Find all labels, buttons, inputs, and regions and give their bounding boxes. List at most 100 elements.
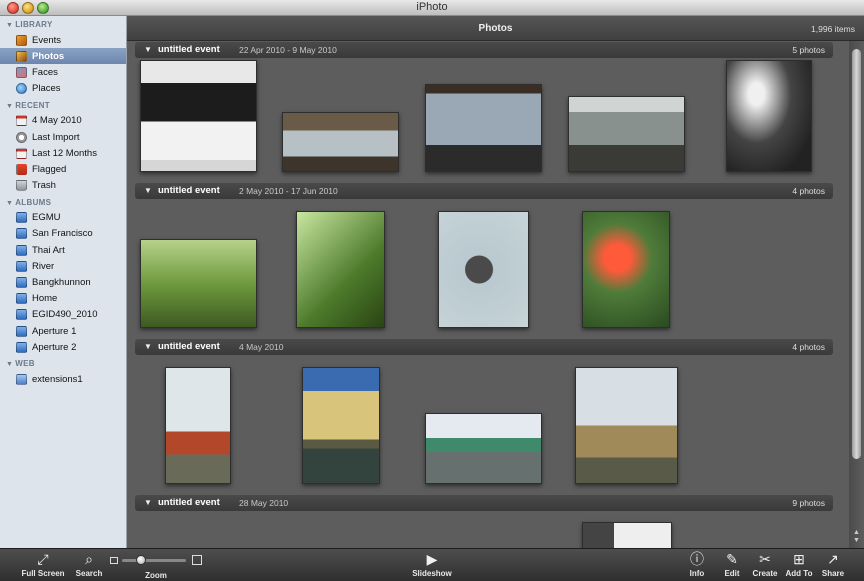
share-button[interactable]: ↗ Share: [818, 551, 848, 578]
sidebar-item-label: Bangkhunnon: [32, 277, 91, 289]
source-list-sidebar: ▼ LIBRARY Events Photos Faces Places ▼ REC…: [0, 16, 127, 548]
photo-browser[interactable]: ▼ untitled event 22 Apr 2010 - 9 May 201…: [127, 41, 849, 548]
photo-thumbnail[interactable]: [425, 84, 542, 172]
event-photo-count: 4 photos: [792, 186, 825, 196]
photo-thumbnail[interactable]: [140, 60, 257, 172]
disclosure-triangle-icon[interactable]: ▼: [144, 186, 152, 195]
sidebar-item-label: San Francisco: [32, 228, 93, 240]
disclosure-triangle-icon: ▼: [6, 361, 14, 369]
sidebar-item-label: Events: [32, 34, 62, 46]
scroll-down-arrow-icon[interactable]: ▼: [853, 537, 860, 544]
sidebar-item-san-francisco[interactable]: San Francisco: [0, 226, 126, 242]
disclosure-triangle-icon[interactable]: ▼: [144, 45, 152, 54]
sidebar-item-trash[interactable]: Trash: [0, 178, 126, 194]
album-icon: [16, 277, 27, 289]
disclosure-triangle-icon[interactable]: ▼: [144, 342, 152, 351]
play-icon: ▶: [426, 551, 438, 567]
zoom-control: Zoom: [110, 551, 202, 581]
photo-thumbnail[interactable]: [296, 211, 385, 328]
event-name: untitled event: [158, 185, 220, 196]
slideshow-button[interactable]: ▶ Slideshow: [408, 551, 456, 578]
clock-icon: [16, 131, 27, 143]
photo-thumbnail[interactable]: [582, 211, 670, 328]
sidebar-section-library[interactable]: ▼ LIBRARY: [0, 16, 126, 32]
full-screen-button[interactable]: ⤢ Full Screen: [18, 551, 68, 578]
info-button[interactable]: ⓘ Info: [684, 551, 710, 578]
sidebar-item-extensions1[interactable]: extensions1: [0, 371, 126, 387]
event-photo-count: 4 photos: [792, 342, 825, 352]
event-header-4[interactable]: ▼ untitled event 28 May 2010 9 photos: [135, 495, 833, 511]
edit-button[interactable]: ✎ Edit: [718, 551, 746, 578]
create-button[interactable]: ✂ Create: [749, 551, 781, 578]
album-icon: [16, 325, 27, 337]
sidebar-section-recent[interactable]: ▼ RECENT: [0, 97, 126, 113]
sidebar-item-label: Aperture 1: [32, 325, 77, 337]
sidebar-item-label: River: [32, 260, 55, 272]
sidebar-item-last-12-months[interactable]: Last 12 Months: [0, 145, 126, 161]
section-label: ALBUMS: [15, 197, 52, 207]
sidebar-item-places[interactable]: Places: [0, 81, 126, 97]
photo-thumbnail[interactable]: [568, 96, 685, 172]
sidebar-item-label: Thai Art: [32, 244, 65, 256]
scroll-up-arrow-icon[interactable]: ▲: [853, 529, 860, 536]
photo-thumbnail[interactable]: [165, 367, 231, 484]
disclosure-triangle-icon[interactable]: ▼: [144, 498, 152, 507]
event-header-3[interactable]: ▼ untitled event 4 May 2010 4 photos: [135, 339, 833, 355]
sidebar-item-events[interactable]: Events: [0, 32, 126, 48]
share-icon: ↗: [827, 551, 839, 567]
event-date: 4 May 2010: [239, 342, 284, 352]
sidebar-item-faces[interactable]: Faces: [0, 64, 126, 80]
event-header-2[interactable]: ▼ untitled event 2 May 2010 - 17 Jun 201…: [135, 183, 833, 199]
add-icon: ⊞: [793, 551, 805, 567]
photo-thumbnail[interactable]: [140, 239, 257, 328]
sidebar-item-photos[interactable]: Photos: [0, 48, 126, 65]
sidebar-item-bangkhunnon[interactable]: Bangkhunnon: [0, 274, 126, 290]
sidebar-section-web[interactable]: ▼ WEB: [0, 355, 126, 371]
sidebar-item-flagged[interactable]: Flagged: [0, 161, 126, 177]
page-title: Photos: [478, 23, 513, 34]
zoom-slider-track[interactable]: [122, 559, 186, 562]
photo-thumbnail[interactable]: [726, 60, 812, 172]
sidebar-item-river[interactable]: River: [0, 258, 126, 274]
sidebar-item-4-may-2010[interactable]: 4 May 2010: [0, 113, 126, 129]
sidebar-item-aperture-1[interactable]: Aperture 1: [0, 323, 126, 339]
button-label: Add To: [785, 569, 813, 578]
sidebar-item-label: Places: [32, 83, 61, 95]
event-photo-count: 9 photos: [792, 498, 825, 508]
photo-thumbnail[interactable]: [575, 367, 678, 484]
sidebar-item-aperture-2[interactable]: Aperture 2: [0, 339, 126, 355]
content-header: Photos 1,996 items: [127, 16, 864, 41]
sidebar-item-home[interactable]: Home: [0, 291, 126, 307]
sidebar-item-label: Flagged: [32, 163, 67, 175]
photo-thumbnail[interactable]: [282, 112, 399, 172]
small-thumbnail-icon: [110, 557, 118, 564]
event-photo-count: 5 photos: [792, 45, 825, 55]
sidebar-item-label: Home: [32, 293, 58, 305]
flag-icon: [16, 163, 27, 175]
photo-thumbnail[interactable]: [425, 413, 542, 484]
photos-icon: [16, 50, 27, 62]
sidebar-item-thai-art[interactable]: Thai Art: [0, 242, 126, 258]
zoom-slider-knob[interactable]: [136, 555, 147, 565]
add-to-button[interactable]: ⊞ Add To: [782, 551, 816, 578]
scrollbar-thumb[interactable]: [852, 49, 861, 459]
photo-thumbnail[interactable]: [438, 211, 529, 328]
disclosure-triangle-icon: ▼: [6, 22, 14, 29]
pencil-icon: ✎: [726, 551, 738, 567]
vertical-scrollbar[interactable]: ▲ ▼: [849, 41, 864, 548]
large-thumbnail-icon: [192, 555, 202, 565]
photo-thumbnail[interactable]: [582, 522, 672, 548]
button-label: Slideshow: [412, 569, 452, 578]
sidebar-item-last-import[interactable]: Last Import: [0, 129, 126, 145]
album-icon: [16, 244, 27, 256]
sidebar-section-albums[interactable]: ▼ ALBUMS: [0, 194, 126, 210]
event-date: 2 May 2010 - 17 Jun 2010: [239, 186, 338, 196]
sidebar-item-label: extensions1: [32, 373, 83, 385]
photo-thumbnail[interactable]: [302, 367, 380, 484]
calendar-icon: [16, 115, 27, 127]
scroll-arrows[interactable]: ▲ ▼: [851, 529, 862, 545]
sidebar-item-egid490-2010[interactable]: EGID490_2010: [0, 307, 126, 323]
event-header-1[interactable]: ▼ untitled event 22 Apr 2010 - 9 May 201…: [135, 42, 833, 58]
search-button[interactable]: ⌕ Search: [70, 551, 108, 578]
sidebar-item-egmu[interactable]: EGMU: [0, 210, 126, 226]
